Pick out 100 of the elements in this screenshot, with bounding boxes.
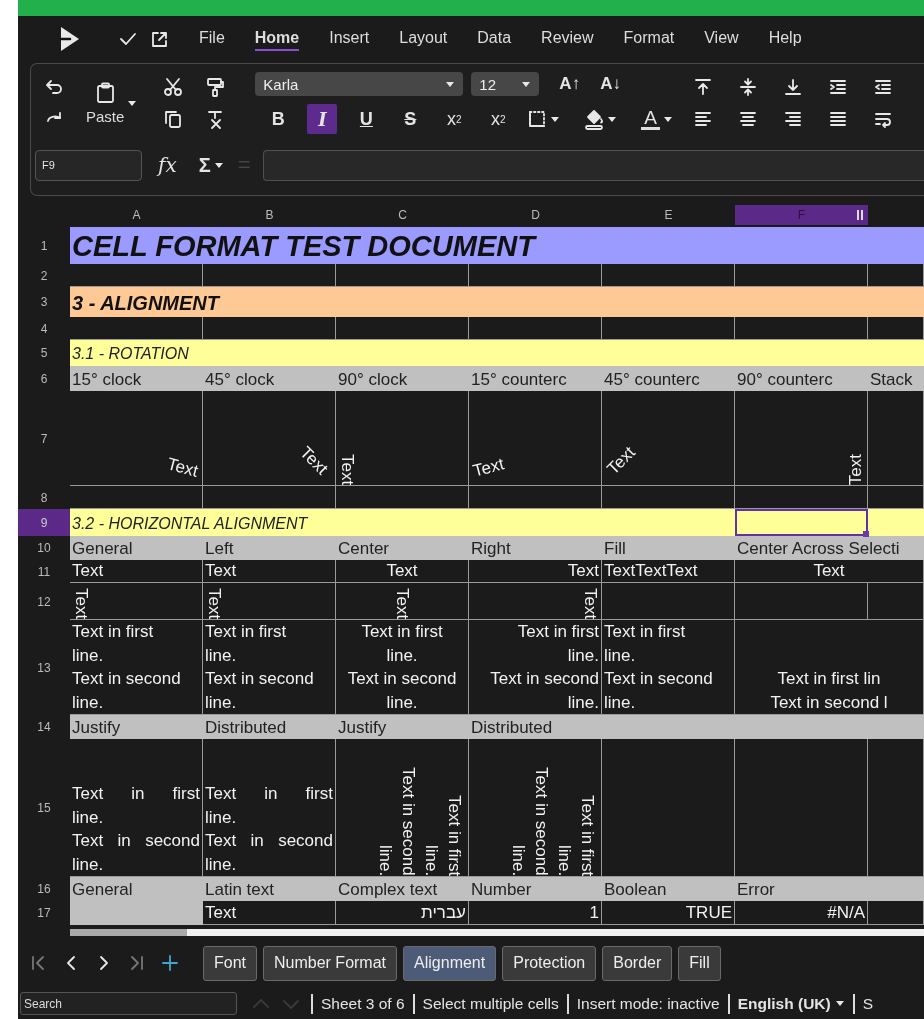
caret-icon[interactable]: [445, 80, 456, 88]
external-link-icon[interactable]: [150, 29, 169, 49]
table-cell[interactable]: Text: [203, 901, 336, 925]
indent-decrease-icon[interactable]: [873, 78, 894, 96]
scrollbar-thumb[interactable]: [70, 928, 187, 936]
table-cell[interactable]: עברית: [336, 901, 469, 925]
table-cell[interactable]: 90° clock: [336, 366, 469, 391]
caret-icon[interactable]: [834, 1000, 845, 1007]
name-box[interactable]: F9: [35, 149, 142, 181]
caret-icon[interactable]: [521, 80, 532, 88]
sheet-tab[interactable]: Alignment: [403, 945, 497, 981]
table-cell[interactable]: Text: [70, 583, 203, 620]
table-cell[interactable]: [868, 715, 924, 739]
formula-input[interactable]: [262, 149, 924, 181]
menu-item[interactable]: Home: [254, 27, 300, 51]
table-cell[interactable]: 45° clock: [203, 366, 336, 391]
table-cell[interactable]: Text: [203, 583, 336, 620]
sheet-tab[interactable]: Font: [203, 945, 257, 981]
row-header[interactable]: 7: [18, 391, 70, 486]
column-header[interactable]: D: [469, 205, 602, 225]
sheet-tab[interactable]: Border: [602, 945, 673, 981]
sheet-tab[interactable]: Number Format: [263, 945, 398, 981]
scissors-icon[interactable]: [163, 77, 184, 97]
menu-item[interactable]: Help: [768, 27, 802, 51]
shrink-font-button[interactable]: A↓: [600, 74, 621, 94]
table-cell[interactable]: General: [70, 877, 203, 901]
indent-increase-icon[interactable]: [828, 78, 849, 96]
row-header[interactable]: 13: [18, 620, 70, 715]
column-header[interactable]: E: [602, 205, 735, 225]
row-header[interactable]: 6: [18, 366, 70, 391]
row-header[interactable]: 16: [18, 877, 70, 901]
size-select[interactable]: 12: [471, 72, 540, 96]
search-field[interactable]: Search: [20, 992, 237, 1015]
caret-icon[interactable]: [607, 115, 618, 123]
table-cell[interactable]: Left: [203, 536, 336, 560]
table-cell[interactable]: Text: [469, 391, 602, 486]
table-cell[interactable]: Text: [203, 560, 336, 583]
bold-button[interactable]: B: [263, 104, 294, 134]
scrollbar-track[interactable]: [70, 928, 924, 936]
align-middle-icon[interactable]: [738, 77, 759, 97]
table-cell[interactable]: General: [70, 536, 203, 560]
table-cell[interactable]: 3 - ALIGNMENT: [70, 287, 924, 317]
table-cell[interactable]: Text: [336, 583, 469, 620]
row-header[interactable]: 5: [18, 340, 70, 366]
copy-icon[interactable]: [163, 109, 184, 129]
table-cell[interactable]: [868, 901, 924, 925]
menu-item[interactable]: Format: [623, 27, 675, 51]
table-cell[interactable]: TRUE: [602, 901, 735, 925]
table-cell[interactable]: [868, 583, 924, 620]
paste-button[interactable]: Paste: [86, 81, 125, 125]
align-right-icon[interactable]: [783, 109, 804, 129]
superscript-button[interactable]: x$^{2}$: [483, 104, 514, 134]
sum-button[interactable]: Σ: [198, 153, 211, 177]
font-color-button[interactable]: A: [641, 108, 661, 130]
row-header[interactable]: 1: [18, 227, 70, 264]
column-header[interactable]: A: [70, 205, 203, 225]
table-cell[interactable]: Distributed: [469, 715, 602, 739]
caret-icon[interactable]: [127, 99, 138, 107]
table-cell[interactable]: Latin text: [203, 877, 336, 901]
align-bottom-icon[interactable]: [783, 77, 804, 97]
table-cell[interactable]: Text: [469, 560, 602, 583]
row-header[interactable]: 4: [18, 317, 70, 340]
table-cell[interactable]: Complex text: [336, 877, 469, 901]
fill-handle[interactable]: [863, 531, 869, 537]
italic-button[interactable]: I: [307, 104, 338, 134]
justify-icon[interactable]: [828, 109, 849, 129]
table-cell[interactable]: Right: [469, 536, 602, 560]
row-header[interactable]: 15: [18, 739, 70, 877]
table-cell[interactable]: Stack: [868, 366, 924, 391]
table-cell[interactable]: Text: [735, 391, 868, 486]
row-header[interactable]: 14: [18, 715, 70, 739]
menu-item[interactable]: Layout: [399, 27, 448, 51]
table-cell[interactable]: [735, 583, 868, 620]
table-cell[interactable]: [868, 509, 924, 536]
grow-font-button[interactable]: A↑: [559, 74, 581, 94]
table-cell[interactable]: Number: [469, 877, 602, 901]
table-cell[interactable]: 15° counterc: [469, 366, 602, 391]
table-cell[interactable]: [735, 509, 868, 536]
table-cell[interactable]: Text: [70, 560, 203, 583]
table-cell[interactable]: Text: [70, 391, 203, 486]
menu-item[interactable]: Insert: [329, 27, 370, 51]
table-cell[interactable]: [602, 583, 735, 620]
table-cell[interactable]: Text: [336, 391, 469, 486]
table-cell[interactable]: [868, 877, 924, 901]
row-header[interactable]: 8: [18, 486, 70, 509]
caret-icon[interactable]: [663, 115, 674, 123]
row-header[interactable]: 12: [18, 583, 70, 620]
align-left-icon[interactable]: [693, 109, 714, 129]
add-sheet-icon[interactable]: [160, 953, 180, 973]
table-cell[interactable]: 3.1 - ROTATION: [70, 340, 924, 366]
table-cell[interactable]: Center Across Selecti: [735, 536, 924, 560]
table-cell[interactable]: Text: [469, 583, 602, 620]
table-cell[interactable]: Text: [735, 560, 924, 583]
table-cell[interactable]: Text: [602, 391, 735, 486]
table-cell[interactable]: Fill: [602, 536, 735, 560]
sheet-tab[interactable]: Protection: [502, 945, 597, 981]
paint-roller-icon[interactable]: [205, 77, 226, 97]
table-cell[interactable]: 90° counterc: [735, 366, 868, 391]
row-header[interactable]: 3: [18, 287, 70, 317]
column-grip-icon[interactable]: [856, 209, 864, 221]
